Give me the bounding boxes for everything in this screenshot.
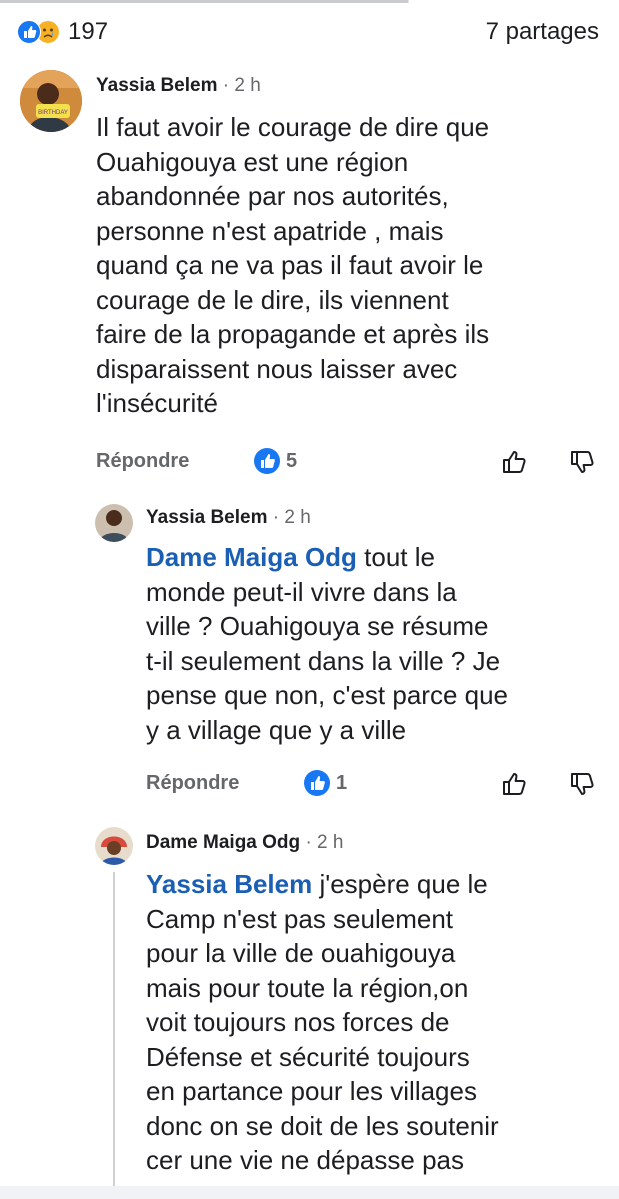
comment-header: Yassia Belem · 2 h [96, 75, 261, 97]
avatar-caption: BIRTHDAY [38, 110, 68, 116]
comment-header: Yassia Belem · 2 h [146, 507, 311, 529]
comment-2: Yassia Belem · 2 h Dame Maiga Odg tout l… [0, 490, 619, 815]
timestamp[interactable]: 2 h [284, 507, 310, 528]
comment-text: Il faut avoir le courage de dire que Oua… [96, 112, 490, 418]
timestamp[interactable]: 2 h [234, 75, 260, 96]
comment-body: j'espère que le Camp n'est pas seulement… [146, 869, 499, 1175]
comment-text: Yassia Belem j'espère que le Camp n'est … [146, 867, 611, 1178]
comment-3: Dame Maiga Odg · 2 h Yassia Belem j'espè… [0, 815, 619, 1186]
comment-actions: Répondre 5 [96, 448, 601, 478]
comment-text: Dame Maiga Odg tout le monde peut-il viv… [146, 540, 611, 747]
comment-body: tout le monde peut-il vivre dans la vill… [146, 542, 509, 745]
thumbs-down-icon[interactable] [568, 770, 596, 798]
timestamp[interactable]: 2 h [317, 832, 343, 853]
author-name[interactable]: Yassia Belem [96, 75, 217, 96]
mention-link[interactable]: Dame Maiga Odg [146, 542, 357, 572]
avatar[interactable] [95, 827, 133, 865]
reply-button[interactable]: Répondre [146, 772, 239, 795]
avatar[interactable]: BIRTHDAY [20, 70, 82, 132]
like-icon [17, 20, 41, 44]
author-name[interactable]: Dame Maiga Odg [146, 832, 300, 853]
like-count-icon [304, 770, 330, 796]
reply-button[interactable]: Répondre [96, 450, 189, 473]
comment-actions: Répondre 1 [146, 770, 601, 800]
separator: · [305, 832, 312, 853]
like-count[interactable]: 5 [286, 450, 297, 473]
separator: · [222, 75, 230, 96]
thumbs-up-icon[interactable] [500, 770, 528, 798]
like-count-icon [254, 448, 280, 474]
avatar[interactable] [95, 504, 133, 542]
mention-link[interactable]: Yassia Belem [146, 869, 312, 899]
separator: · [272, 507, 280, 528]
reaction-icons[interactable] [17, 20, 63, 44]
thumbs-up-icon[interactable] [500, 448, 528, 476]
bottom-bar [0, 1186, 619, 1199]
thumbs-down-icon[interactable] [568, 448, 596, 476]
like-count[interactable]: 1 [336, 772, 347, 795]
comment-header: Dame Maiga Odg · 2 h [146, 832, 343, 854]
author-name[interactable]: Yassia Belem [146, 507, 267, 528]
comment-1: BIRTHDAY Yassia Belem · 2 h Il faut avoi… [0, 0, 619, 490]
